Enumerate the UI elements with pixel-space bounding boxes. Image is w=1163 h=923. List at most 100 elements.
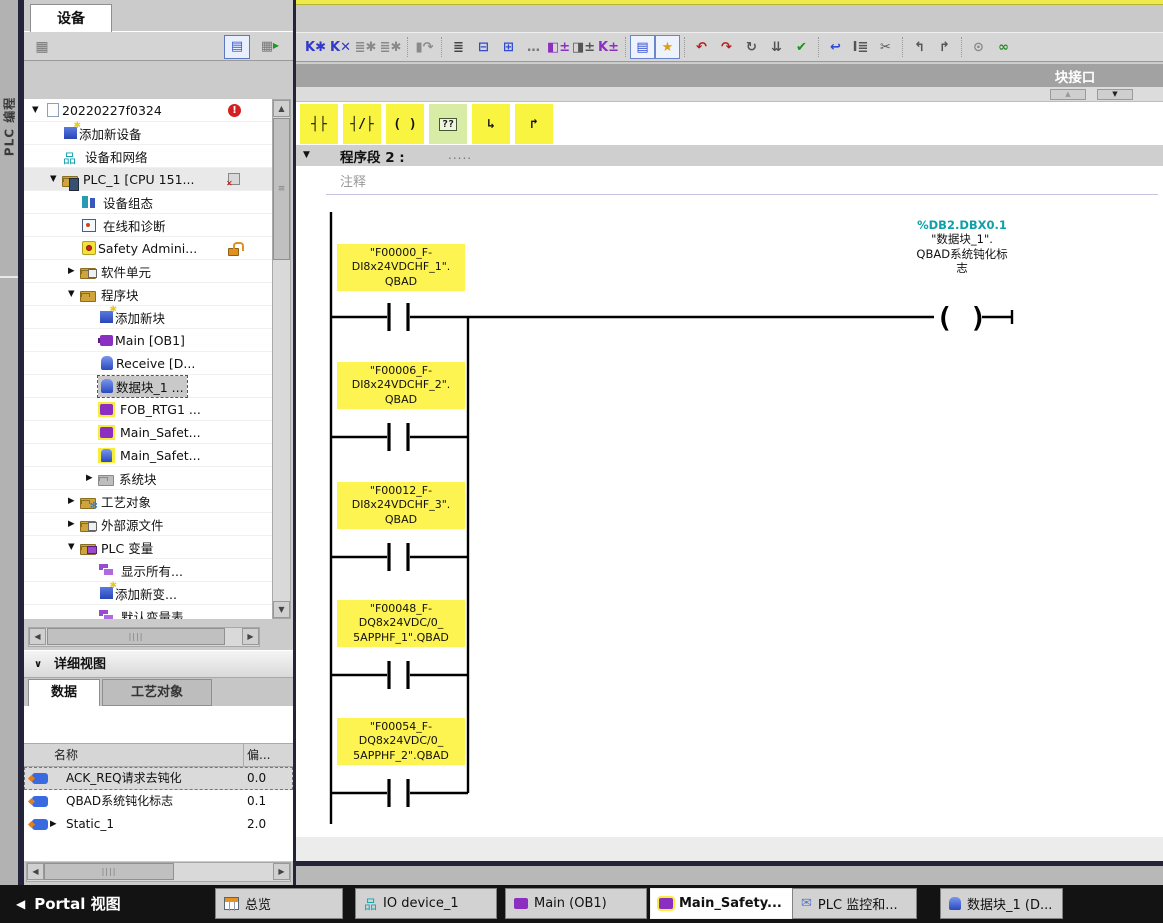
- sync-view-button[interactable]: ▦ ▶: [254, 35, 280, 59]
- tree-row-software-units[interactable]: 软件单元: [24, 260, 272, 283]
- contact-operand-label[interactable]: "F00054_F- DQ8x24VDC/0_ 5APPHF_2".QBAD: [337, 718, 465, 765]
- tree-row-default-tag-table[interactable]: 默认变量表: [24, 605, 272, 619]
- expander-icon[interactable]: [32, 105, 44, 115]
- plc-programming-vertical-tab[interactable]: PLC 编程: [1, 81, 18, 173]
- tree-row-plc1[interactable]: PLC_1 [CPU 151...: [24, 168, 272, 191]
- contact-operand-label[interactable]: "F00012_F- DI8x24VDCHF_3". QBAD: [337, 482, 465, 529]
- tree-row-label: Safety Admini...: [98, 241, 197, 256]
- detail-view-header[interactable]: ∨ 详细视图: [24, 650, 293, 678]
- contact-operand-label[interactable]: "F00006_F- DI8x24VDCHF_2". QBAD: [337, 362, 465, 409]
- normally-open-contact-icon[interactable]: ┤├: [300, 104, 338, 144]
- expander-icon[interactable]: [68, 542, 80, 552]
- tree-row-add-block[interactable]: 添加新块: [24, 306, 272, 329]
- tab-technology-objects[interactable]: 工艺对象: [102, 679, 212, 706]
- coil-address: %DB2.DBX0.1: [878, 218, 1046, 232]
- tree-row-label: 数据块_1 ...: [116, 377, 184, 396]
- add-new-device-icon: [64, 127, 77, 139]
- expander-icon[interactable]: [68, 496, 80, 506]
- list-view-button[interactable]: ▤: [224, 35, 250, 59]
- column-divider[interactable]: [243, 744, 244, 768]
- coil-operand-label[interactable]: %DB2.DBX0.1 "数据块_1". QBAD系统钝化标 志: [878, 218, 1046, 276]
- expander-icon[interactable]: [68, 289, 80, 299]
- tree-horizontal-scrollbar[interactable]: ◀ |||| ▶: [28, 627, 260, 647]
- default-tag-table-icon: [98, 608, 116, 619]
- empty-box-icon[interactable]: ??: [429, 104, 467, 144]
- tree-row-datablock1[interactable]: 数据块_1 ...: [24, 375, 272, 398]
- taskbar-overview-button[interactable]: 总览: [215, 888, 343, 919]
- taskbar-button-label: 总览: [245, 894, 271, 913]
- column-header-name[interactable]: 名称: [54, 744, 78, 766]
- portal-view-button[interactable]: ◀ Portal 视图: [16, 893, 121, 914]
- table-row[interactable]: QBAD系统钝化标志 0.1: [24, 790, 293, 813]
- plc-station-icon: [62, 176, 78, 187]
- tree-row-main-safety-db[interactable]: Main_Safet...: [24, 444, 272, 467]
- table-row[interactable]: ACK_REQ请求去钝化 0.0: [24, 767, 293, 790]
- detail-hscrollbar-thumb[interactable]: ||||: [44, 863, 174, 880]
- tree-row-device-config[interactable]: 设备组态: [24, 191, 272, 214]
- taskbar-main-ob1-button[interactable]: Main (OB1): [505, 888, 647, 919]
- strip-divider: [0, 276, 18, 278]
- tree-row-safety-admin[interactable]: Safety Admini...: [24, 237, 272, 260]
- tree-row-plc-tags[interactable]: PLC 变量: [24, 536, 272, 559]
- portal-view-label: Portal 视图: [34, 893, 120, 914]
- tree-row-label: 默认变量表: [121, 607, 184, 620]
- tree-row-show-all-tags[interactable]: 显示所有...: [24, 559, 272, 582]
- tree-vertical-scrollbar[interactable]: ▲ ≡ ▼: [272, 99, 291, 619]
- open-branch-icon[interactable]: ↳: [472, 104, 510, 144]
- expander-icon[interactable]: ▶: [50, 813, 57, 835]
- tab-data[interactable]: 数据: [28, 679, 100, 706]
- expander-icon[interactable]: [50, 174, 62, 184]
- taskbar-main-safety-button[interactable]: Main_Safety...: [650, 888, 798, 919]
- online-diagnostics-icon: [80, 217, 98, 233]
- ob-block-icon: [514, 898, 528, 909]
- contact-operand-label[interactable]: "F00048_F- DQ8x24VDC/0_ 5APPHF_1".QBAD: [337, 600, 465, 647]
- tree-row-add-device[interactable]: 添加新设备: [24, 122, 272, 145]
- tree-row-label: 显示所有...: [121, 561, 183, 580]
- tree-row-technology-objects[interactable]: 工艺对象: [24, 490, 272, 513]
- detail-view-title: 详细视图: [54, 651, 106, 678]
- tag-name: Static_1: [66, 813, 114, 835]
- tree-row-main-ob1[interactable]: Main [OB1]: [24, 329, 272, 352]
- tree-row-add-tag-table[interactable]: 添加新变...: [24, 582, 272, 605]
- tree-settings-icon[interactable]: ▦: [32, 37, 52, 57]
- tree-row-main-safety-fb[interactable]: Main_Safet...: [24, 421, 272, 444]
- green-arrow-icon: ▶: [273, 35, 279, 57]
- scroll-up-icon[interactable]: ▲: [273, 100, 290, 117]
- scroll-down-icon[interactable]: ▼: [273, 601, 290, 618]
- tab-devices[interactable]: 设备: [30, 4, 112, 32]
- coil-icon[interactable]: ( ): [386, 104, 424, 144]
- tree-row-receive-db[interactable]: Receive [D...: [24, 352, 272, 375]
- expander-icon[interactable]: [86, 473, 98, 483]
- tree-row-devices-networks[interactable]: 设备和网络: [24, 145, 272, 168]
- expander-icon[interactable]: [68, 266, 80, 276]
- taskbar-io-device-button[interactable]: 品 IO device_1: [355, 888, 497, 919]
- safety-fb-block-icon: [98, 425, 115, 440]
- normally-closed-contact-icon[interactable]: ┤/├: [343, 104, 381, 144]
- tree-row-online-diagnostics[interactable]: 在线和诊断: [24, 214, 272, 237]
- safety-db-block-icon: [98, 448, 115, 463]
- table-row[interactable]: ▶ Static_1 2.0: [24, 813, 293, 836]
- taskbar-plc-monitor-button[interactable]: ✉ PLC 监控和...: [792, 888, 917, 919]
- scroll-right-icon[interactable]: ▶: [242, 628, 259, 645]
- tree-row-label: Receive [D...: [116, 356, 195, 371]
- tree-scrollbar-thumb[interactable]: ≡: [273, 118, 290, 260]
- unlocked-padlock-icon: [228, 248, 239, 256]
- collapse-chevron-icon[interactable]: ∨: [34, 651, 42, 678]
- scroll-left-icon[interactable]: ◀: [27, 863, 44, 880]
- tree-row-external-sources[interactable]: 外部源文件: [24, 513, 272, 536]
- tia-portal-window: PLC 编程 设备 ▦ ▤ ▦ ▶ 20220227f0324: [0, 0, 1163, 923]
- scroll-left-icon[interactable]: ◀: [29, 628, 46, 645]
- scroll-right-icon[interactable]: ▶: [273, 863, 290, 880]
- tree-row-program-blocks[interactable]: 程序块: [24, 283, 272, 306]
- detail-horizontal-scrollbar[interactable]: ◀ |||| ▶: [26, 862, 291, 882]
- close-branch-icon[interactable]: ↱: [515, 104, 553, 144]
- tree-row-project[interactable]: 20220227f0324: [24, 99, 272, 122]
- column-header-offset[interactable]: 偏...: [247, 744, 270, 766]
- tree-hscrollbar-thumb[interactable]: ||||: [47, 628, 225, 645]
- taskbar-datablock1-button[interactable]: 数据块_1 (D...: [940, 888, 1063, 919]
- expander-icon[interactable]: [68, 519, 80, 529]
- tree-row-fob-rtg1[interactable]: FOB_RTG1 ...: [24, 398, 272, 421]
- tree-row-system-blocks[interactable]: 系统块: [24, 467, 272, 490]
- contact-operand-label[interactable]: "F00000_F- DI8x24VDCHF_1". QBAD: [337, 244, 465, 291]
- tag-offset: 0.1: [247, 790, 266, 812]
